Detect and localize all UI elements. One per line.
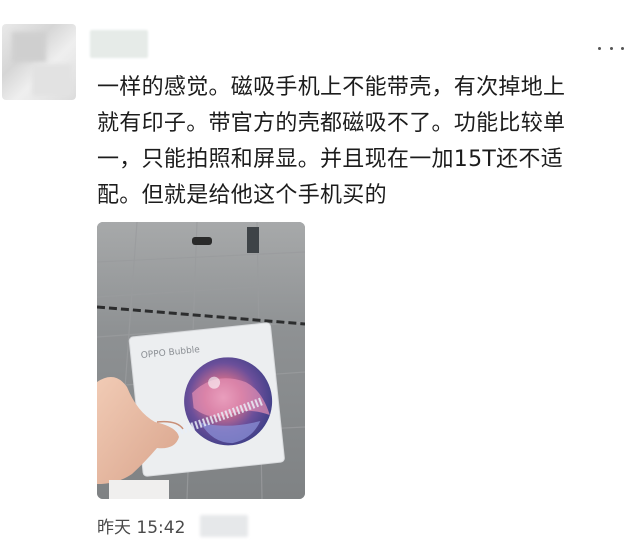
location-redacted [200,515,248,537]
username-redacted[interactable] [90,30,148,58]
post-text: 一样的感觉。磁吸手机上不能带壳，有次掉地上 就有印子。带官方的壳都磁吸不了。功能… [97,75,566,208]
avatar[interactable] [2,24,76,100]
post-photo[interactable]: OPPO Bubble [97,222,305,499]
more-dots-icon[interactable] [598,40,624,56]
post-timestamp: 昨天 15:42 [97,518,186,538]
